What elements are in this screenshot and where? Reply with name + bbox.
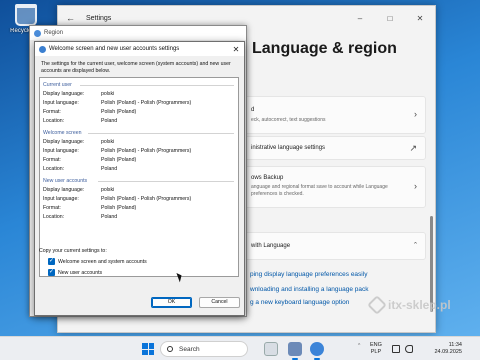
welcome-screen-checkbox[interactable]: ✓	[48, 258, 55, 265]
row-label: Input language:	[43, 100, 79, 106]
region-title: Region	[44, 30, 64, 36]
welcome-screen-checkbox-label[interactable]: Welcome screen and system accounts	[58, 259, 147, 265]
search-placeholder: Search	[179, 345, 200, 353]
watermark-text: itx-sklep.pl	[388, 298, 451, 312]
row-label: Display language:	[43, 91, 85, 97]
dialog-intro: The settings for the current user, welco…	[41, 61, 231, 74]
row-label: Format:	[43, 109, 61, 115]
card-title: inistrative language settings	[251, 145, 326, 151]
file-explorer-icon[interactable]	[264, 342, 278, 356]
volume-icon[interactable]	[405, 345, 413, 353]
chevron-up-icon[interactable]: ˆ	[358, 344, 360, 351]
group-header-welcome-screen: Welcome screen	[43, 130, 82, 136]
help-link-2[interactable]: wnloading and installing a language pack	[250, 286, 369, 293]
divider	[98, 181, 234, 182]
watermark: itx-sklep.pl	[367, 295, 451, 315]
taskbar-search[interactable]: Search	[160, 341, 248, 357]
region-titlebar: Region	[30, 26, 246, 40]
card-subtitle: eck, autocorrect, text suggestions	[251, 117, 326, 123]
card-title: ows Backup	[251, 175, 284, 181]
group-header-new-user-accounts: New user accounts	[43, 178, 88, 184]
help-link-3[interactable]: g a new keyboard language option	[250, 299, 349, 306]
row-label: Location:	[43, 118, 65, 124]
row-label: Input language:	[43, 196, 79, 202]
maximize-icon[interactable]: □	[375, 14, 405, 23]
row-label: Input language:	[43, 148, 79, 154]
desktop: Recycle Bin ← Settings – □ ✕ Language & …	[0, 0, 480, 336]
input-language-indicator[interactable]: ENG PLP	[370, 342, 382, 356]
settings-title: Settings	[86, 14, 112, 22]
arrow-left-icon[interactable]: ←	[66, 13, 78, 23]
row-value: polski	[101, 91, 115, 97]
lang-code: ENG	[370, 342, 382, 348]
spelling-card[interactable]: d eck, autocorrect, text suggestions ›	[244, 96, 426, 134]
row-value: Polish (Poland) - Polish (Programmers)	[101, 148, 192, 154]
help-with-language-card[interactable]: with Language ˆ	[244, 232, 426, 260]
chevron-up-icon: ˆ	[414, 241, 417, 251]
row-value: polski	[101, 187, 115, 193]
globe-icon	[34, 29, 41, 37]
new-users-checkbox[interactable]: ✓	[48, 269, 55, 276]
windows-start-icon[interactable]	[142, 343, 154, 355]
taskbar: Search ˆ ENG PLP 11:34 24.09.2025	[0, 336, 480, 360]
cancel-button[interactable]: Cancel	[199, 297, 240, 308]
search-icon	[167, 346, 173, 352]
row-label: Location:	[43, 166, 65, 172]
globe-icon	[39, 45, 46, 53]
row-label: Format:	[43, 205, 61, 211]
settings-list: Current user Display language: polski Inp…	[39, 77, 239, 277]
chevron-right-icon: ›	[414, 109, 417, 119]
row-value: Poland	[101, 166, 118, 172]
divider	[88, 133, 234, 134]
row-label: Display language:	[43, 187, 85, 193]
backup-card[interactable]: ows Backup anguage and regional format s…	[244, 166, 426, 208]
date: 24.09.2025	[434, 349, 462, 355]
recycle-bin-icon	[15, 4, 37, 26]
new-users-checkbox-label[interactable]: New user accounts	[58, 270, 102, 276]
row-label: Display language:	[43, 139, 85, 145]
row-value: Polish (Poland)	[101, 109, 137, 115]
row-value: Polish (Poland) - Polish (Programmers)	[101, 100, 192, 106]
network-icon[interactable]	[392, 345, 400, 353]
row-value: Poland	[101, 118, 118, 124]
row-value: Polish (Poland) - Polish (Programmers)	[101, 196, 192, 202]
time: 11:34	[448, 342, 462, 348]
layout-code: PLP	[370, 349, 382, 355]
card-title: with Language	[251, 243, 291, 249]
row-value: Poland	[101, 214, 118, 220]
dialog-title: Welcome screen and new user accounts set…	[49, 46, 180, 52]
admin-language-card[interactable]: inistrative language settings ↗	[244, 136, 426, 160]
group-header-current-user: Current user	[43, 82, 72, 88]
close-icon[interactable]: ✕	[228, 45, 244, 54]
region-globe-icon[interactable]	[310, 342, 324, 360]
help-link-1[interactable]: ping display language preferences easily	[250, 271, 367, 278]
row-label: Format:	[43, 157, 61, 163]
card-title: d	[251, 107, 255, 113]
ok-button[interactable]: OK	[151, 297, 192, 308]
minimize-icon[interactable]: –	[345, 14, 375, 23]
external-link-icon: ↗	[409, 143, 417, 153]
watermark-logo-icon	[367, 295, 387, 315]
page-title: Language & region	[252, 40, 397, 57]
chevron-right-icon: ›	[414, 181, 417, 191]
welcome-screen-settings-dialog: Welcome screen and new user accounts set…	[34, 41, 245, 316]
clock[interactable]: 11:34 24.09.2025	[428, 342, 462, 356]
close-icon[interactable]: ✕	[405, 14, 435, 23]
row-value: Polish (Poland)	[101, 157, 137, 163]
copy-settings-label: Copy your current settings to:	[39, 248, 107, 254]
dialog-titlebar: Welcome screen and new user accounts set…	[35, 42, 244, 56]
divider	[80, 85, 234, 86]
row-value: Polish (Poland)	[101, 205, 137, 211]
row-label: Location:	[43, 214, 65, 220]
row-value: polski	[101, 139, 115, 145]
settings-gear-icon[interactable]	[288, 342, 302, 360]
card-subtitle: anguage and regional format save to acco…	[251, 184, 388, 197]
